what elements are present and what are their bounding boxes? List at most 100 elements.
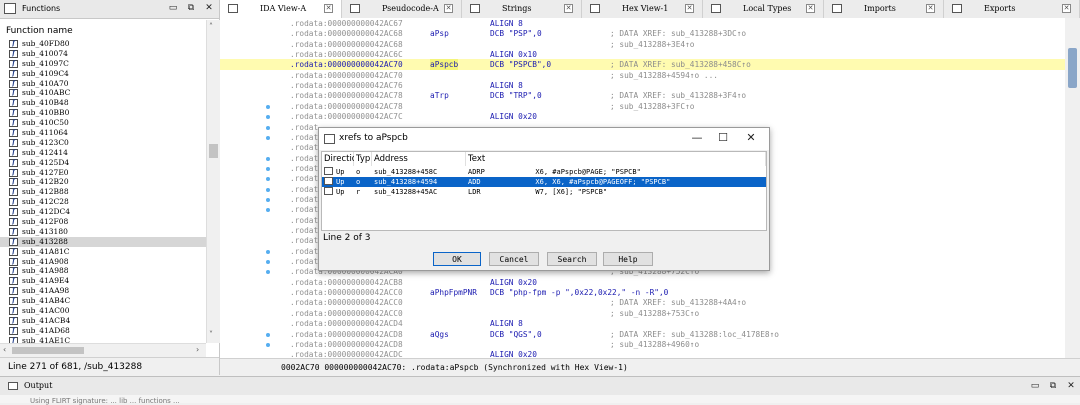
disasm-line[interactable]: .rodata:000000000042ACDC ALIGN 0x20 [220, 349, 1065, 358]
disasm-line[interactable]: .rodata:000000000042ACC0 aPhpFpmPNR DCB "p… [220, 287, 1065, 298]
column-header-type[interactable]: Typ [354, 152, 372, 166]
column-header-text[interactable]: Text [466, 152, 766, 166]
function-list-item[interactable]: f sub_412DC4 [0, 207, 206, 217]
tab-close-icon[interactable]: ✕ [444, 4, 453, 13]
function-list-item[interactable]: f sub_410BB0 [0, 108, 206, 118]
function-list-item[interactable]: f sub_4109C4 [0, 69, 206, 79]
disasm-line[interactable]: .rodata:000000000042ACB8 ALIGN 0x20 [220, 277, 1065, 288]
function-icon: f [9, 49, 18, 58]
function-list-item[interactable]: f sub_412F08 [0, 217, 206, 227]
disasm-line[interactable]: .rodata:000000000042ACD8 ; sub_413288+496… [220, 339, 1065, 350]
function-list-item[interactable]: f sub_41AE1C [0, 336, 206, 343]
function-list-item[interactable]: f sub_4125D4 [0, 158, 206, 168]
column-header-direction[interactable]: Directio [322, 152, 357, 166]
function-list-item[interactable]: f sub_413180 [0, 227, 206, 237]
disasm-comment: ; sub_413288+3E4↑o [610, 39, 695, 49]
function-list-item[interactable]: f sub_40FD80 [0, 39, 206, 49]
tab-close-icon[interactable]: ✕ [324, 4, 333, 13]
function-list-item[interactable]: f sub_412B20 [0, 177, 206, 187]
function-list-item[interactable]: f sub_412C28 [0, 197, 206, 207]
xrefs-table[interactable]: Directio Typ Address Text Up o sub_413288+… [321, 151, 767, 231]
function-list-item[interactable]: f sub_41A988 [0, 266, 206, 276]
tab-close-icon[interactable]: ✕ [564, 4, 573, 13]
function-list-item[interactable]: f sub_41A908 [0, 257, 206, 267]
scroll-up-icon[interactable]: ˄ [209, 22, 213, 31]
tab-pseudocode-a[interactable]: Pseudocode-A ✕ [342, 0, 462, 18]
minimize-icon[interactable]: — [689, 131, 705, 145]
disasm-line[interactable]: .rodata:000000000042AC76 ALIGN 8 [220, 80, 1065, 91]
function-list-item[interactable]: f sub_41097C [0, 59, 206, 69]
functions-horizontal-scrollbar[interactable]: ‹ › [0, 343, 206, 357]
tab-close-icon[interactable]: ✕ [926, 4, 935, 13]
function-list-item[interactable]: f sub_41AB4C [0, 296, 206, 306]
scroll-right-icon[interactable]: › [196, 345, 199, 354]
function-list-item[interactable]: f sub_410B48 [0, 98, 206, 108]
disasm-line[interactable]: .rodata:000000000042AC78 ; sub_413288+3FC… [220, 101, 1065, 112]
float-icon[interactable]: ⧉ [1048, 381, 1058, 391]
function-list-item[interactable]: f sub_411064 [0, 128, 206, 138]
close-icon[interactable]: ✕ [204, 3, 214, 13]
scrollbar-thumb[interactable] [209, 144, 218, 158]
disasm-line[interactable]: .rodata:000000000042ACC0 ; sub_413288+753… [220, 308, 1065, 319]
disasm-line[interactable]: .rodata:000000000042ACC0 ; DATA XREF: sub… [220, 297, 1065, 308]
function-list-item[interactable]: f sub_410A70 [0, 79, 206, 89]
tab-imports[interactable]: Imports ✕ [824, 0, 944, 18]
function-list-item[interactable]: f sub_410C50 [0, 118, 206, 128]
function-list-item[interactable]: f sub_413288 [0, 236, 206, 247]
column-header-address[interactable]: Address [372, 152, 466, 166]
disasm-address: .rodat [290, 174, 319, 184]
restore-icon[interactable]: ▭ [1030, 381, 1040, 391]
tab-exports[interactable]: Exports ✕ [944, 0, 1080, 18]
float-icon[interactable]: ⧉ [186, 3, 196, 13]
tab-hex-view-1[interactable]: Hex View-1 ✕ [582, 0, 703, 18]
scroll-left-icon[interactable]: ‹ [3, 345, 6, 354]
function-list-item[interactable]: f sub_4127E0 [0, 168, 206, 178]
scrollbar-thumb[interactable] [1068, 48, 1077, 88]
disasm-line[interactable]: .rodata:000000000042AC78 aTrp DCB "TRP",0;… [220, 90, 1065, 101]
search-button[interactable]: Search [547, 252, 597, 266]
disasm-vertical-scrollbar[interactable] [1065, 18, 1080, 358]
ok-button[interactable]: OK [433, 252, 481, 266]
scroll-down-icon[interactable]: ˅ [209, 330, 213, 339]
tab-close-icon[interactable]: ✕ [1062, 4, 1071, 13]
disasm-line[interactable]: .rodata:000000000042AC70 ; sub_413288+459… [220, 70, 1065, 81]
restore-icon[interactable]: ▭ [168, 3, 178, 13]
function-list-item[interactable]: f sub_410074 [0, 49, 206, 59]
function-list-item[interactable]: f sub_41AA98 [0, 286, 206, 296]
help-button[interactable]: Help [603, 252, 653, 266]
disasm-line[interactable]: .rodata:000000000042AC68 ; sub_413288+3E4… [220, 39, 1065, 50]
function-list-item[interactable]: f sub_41A9E4 [0, 276, 206, 286]
function-icon: f [9, 138, 18, 147]
scrollbar-thumb[interactable] [12, 347, 84, 354]
xref-row[interactable]: Up o sub_413288+4594 ADD X6, X6, #aPspcb@PA… [322, 177, 766, 187]
xref-row[interactable]: Up o sub_413288+458C ADRP X6, #aPspcb@PAGE;… [322, 167, 766, 177]
close-icon[interactable]: ✕ [1066, 381, 1076, 391]
disasm-line[interactable]: .rodata:000000000042AC7C ALIGN 0x20 [220, 111, 1065, 122]
tab-strings[interactable]: Strings ✕ [462, 0, 582, 18]
function-list-item[interactable]: f sub_4123C0 [0, 138, 206, 148]
function-list-item[interactable]: f sub_41A81C [0, 247, 206, 257]
disasm-line[interactable]: .rodata:000000000042AC68 aPsp DCB "PSP",0;… [220, 28, 1065, 39]
function-list-item[interactable]: f sub_412414 [0, 148, 206, 158]
disasm-line[interactable]: .rodata:000000000042AC67 ALIGN 8 [220, 18, 1065, 29]
disasm-line[interactable]: .rodata:000000000042ACD4 ALIGN 8 [220, 318, 1065, 329]
tab-local-types[interactable]: Local Types ✕ [703, 0, 824, 18]
cancel-button[interactable]: Cancel [489, 252, 539, 266]
disasm-line[interactable]: .rodata:000000000042AC6C ALIGN 0x10 [220, 49, 1065, 60]
function-list-item[interactable]: f sub_41AC00 [0, 306, 206, 316]
function-list-item[interactable]: f sub_412B88 [0, 187, 206, 197]
xref-row[interactable]: Up r sub_413288+45AC LDR W7, [X6]; "PSPCB" [322, 187, 766, 197]
tab-close-icon[interactable]: ✕ [806, 4, 815, 13]
function-list-item[interactable]: f sub_410ABC [0, 88, 206, 98]
function-list-item[interactable]: f sub_41ACB4 [0, 316, 206, 326]
functions-vertical-scrollbar[interactable]: ˄ ˅ [206, 20, 220, 343]
maximize-icon[interactable]: ☐ [715, 131, 731, 145]
function-list-item[interactable]: f sub_41AD68 [0, 326, 206, 336]
function-name-column-header[interactable]: Function name [6, 26, 73, 36]
tab-ida-view-a[interactable]: IDA View-A ✕ [220, 0, 342, 18]
disasm-line[interactable]: .rodata:000000000042AC70 aPspcb DCB "PSPCB… [220, 59, 1065, 71]
disasm-line[interactable]: .rodata:000000000042ACD8 aQgs DCB "QGS",0;… [220, 329, 1065, 340]
tab-close-icon[interactable]: ✕ [685, 4, 694, 13]
close-icon[interactable]: ✕ [743, 131, 759, 145]
disasm-address: .rodata:000000000042ACD4 [290, 319, 403, 329]
